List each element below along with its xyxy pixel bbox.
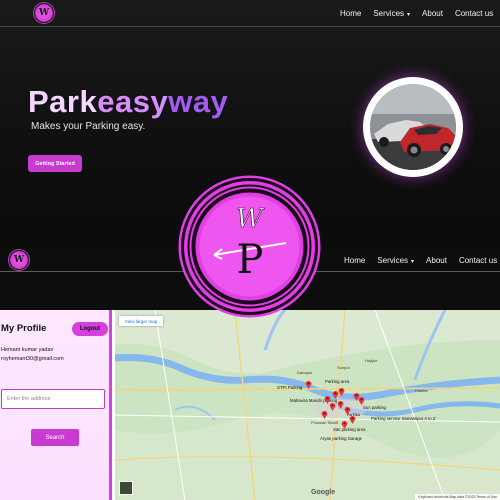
map-label: Danapur [297,370,313,375]
chevron-down-icon: ▾ [411,258,415,265]
address-input[interactable] [1,389,105,409]
map-label: Phulwari Sharif [311,420,338,425]
page: W Home Services ▾ About Contact us Parkea… [0,0,500,500]
nav2-services[interactable]: Services ▾ [377,256,414,265]
top-navbar: W Home Services ▾ About Contact us [0,0,500,27]
map-pin-icon[interactable] [349,415,356,424]
brand-logo-secondary[interactable]: W [8,249,30,271]
user-name: Hemant kumar yadav [1,347,54,353]
user-email: royhemant30@gmail.com [1,356,64,362]
logout-button[interactable]: Logout [72,322,108,336]
brand-title-part3: way [168,84,229,119]
map-label: Fatuha [415,388,428,393]
nav-contact[interactable]: Contact us [455,9,493,18]
tagline: Makes your Parking easy. [31,121,146,132]
map-canvas [115,310,500,500]
brand-logo[interactable]: W [33,2,55,24]
car-image-frame [363,77,463,177]
brand-title: Parkeasyway [28,84,228,120]
map-pin-icon[interactable] [341,420,348,429]
map-attribution: Keyboard shortcuts Map data ©2023 Terms … [415,494,500,500]
top-nav-links: Home Services ▾ About Contact us [328,0,493,27]
map-label: STPI Parking [277,385,303,390]
profile-title: My Profile [1,323,47,334]
map-pin-icon[interactable] [358,396,365,405]
map-label: Sun parking [363,405,386,410]
map-label: Aryan parking Garage [320,436,363,441]
nav2-services-label: Services [377,255,409,265]
secondary-nav-links: Home Services ▾ About Contact us [332,248,497,272]
map-pin-icon[interactable] [344,406,351,415]
map-pin-icon[interactable] [337,400,344,409]
map-pin-icon[interactable] [305,380,312,389]
bottom-section: My Profile Logout Hemant kumar yadav roy… [0,310,500,500]
nav2-home[interactable]: Home [344,256,365,265]
map-pin-icon[interactable] [329,402,336,411]
map-label: Sonpur [337,365,350,370]
profile-panel: My Profile Logout Hemant kumar yadav roy… [0,310,112,500]
map-pin-icon[interactable] [321,410,328,419]
nav-about[interactable]: About [422,9,443,18]
car-image [370,84,456,170]
big-brand-logo: W P [178,175,321,318]
car-illustration [370,84,456,170]
map-label: Hajipur [365,358,378,363]
map-label: Parking service Samastipur A to Z [371,416,436,421]
view-larger-map-link[interactable]: View larger map [119,316,163,326]
nav2-contact[interactable]: Contact us [459,256,497,265]
getting-started-button[interactable]: Getting Started [28,155,82,172]
nav-home[interactable]: Home [340,9,361,18]
nav2-about[interactable]: About [426,256,447,265]
satellite-toggle[interactable] [119,481,133,495]
map-embed[interactable]: View larger map Parking area Sati parkin… [115,310,500,500]
brand-title-part1: Park [28,84,98,119]
chevron-down-icon: ▾ [407,12,411,18]
emblem-letter-p: P [237,237,264,283]
logo-glyph-secondary: W [13,255,25,265]
emblem-letter-w: W [236,204,265,234]
map-pin-icon[interactable] [338,387,345,396]
nav-services-label: Services [373,9,405,18]
nav-services[interactable]: Services ▾ [373,9,410,18]
search-button[interactable]: Search [31,429,79,446]
logo-glyph: W [38,8,50,18]
map-label: Sati parking area [333,427,366,432]
brand-title-part2: easy [97,84,169,119]
brand-emblem: W P [178,175,321,318]
google-logo: Google [311,489,336,496]
map-label: Parking area [325,379,350,384]
